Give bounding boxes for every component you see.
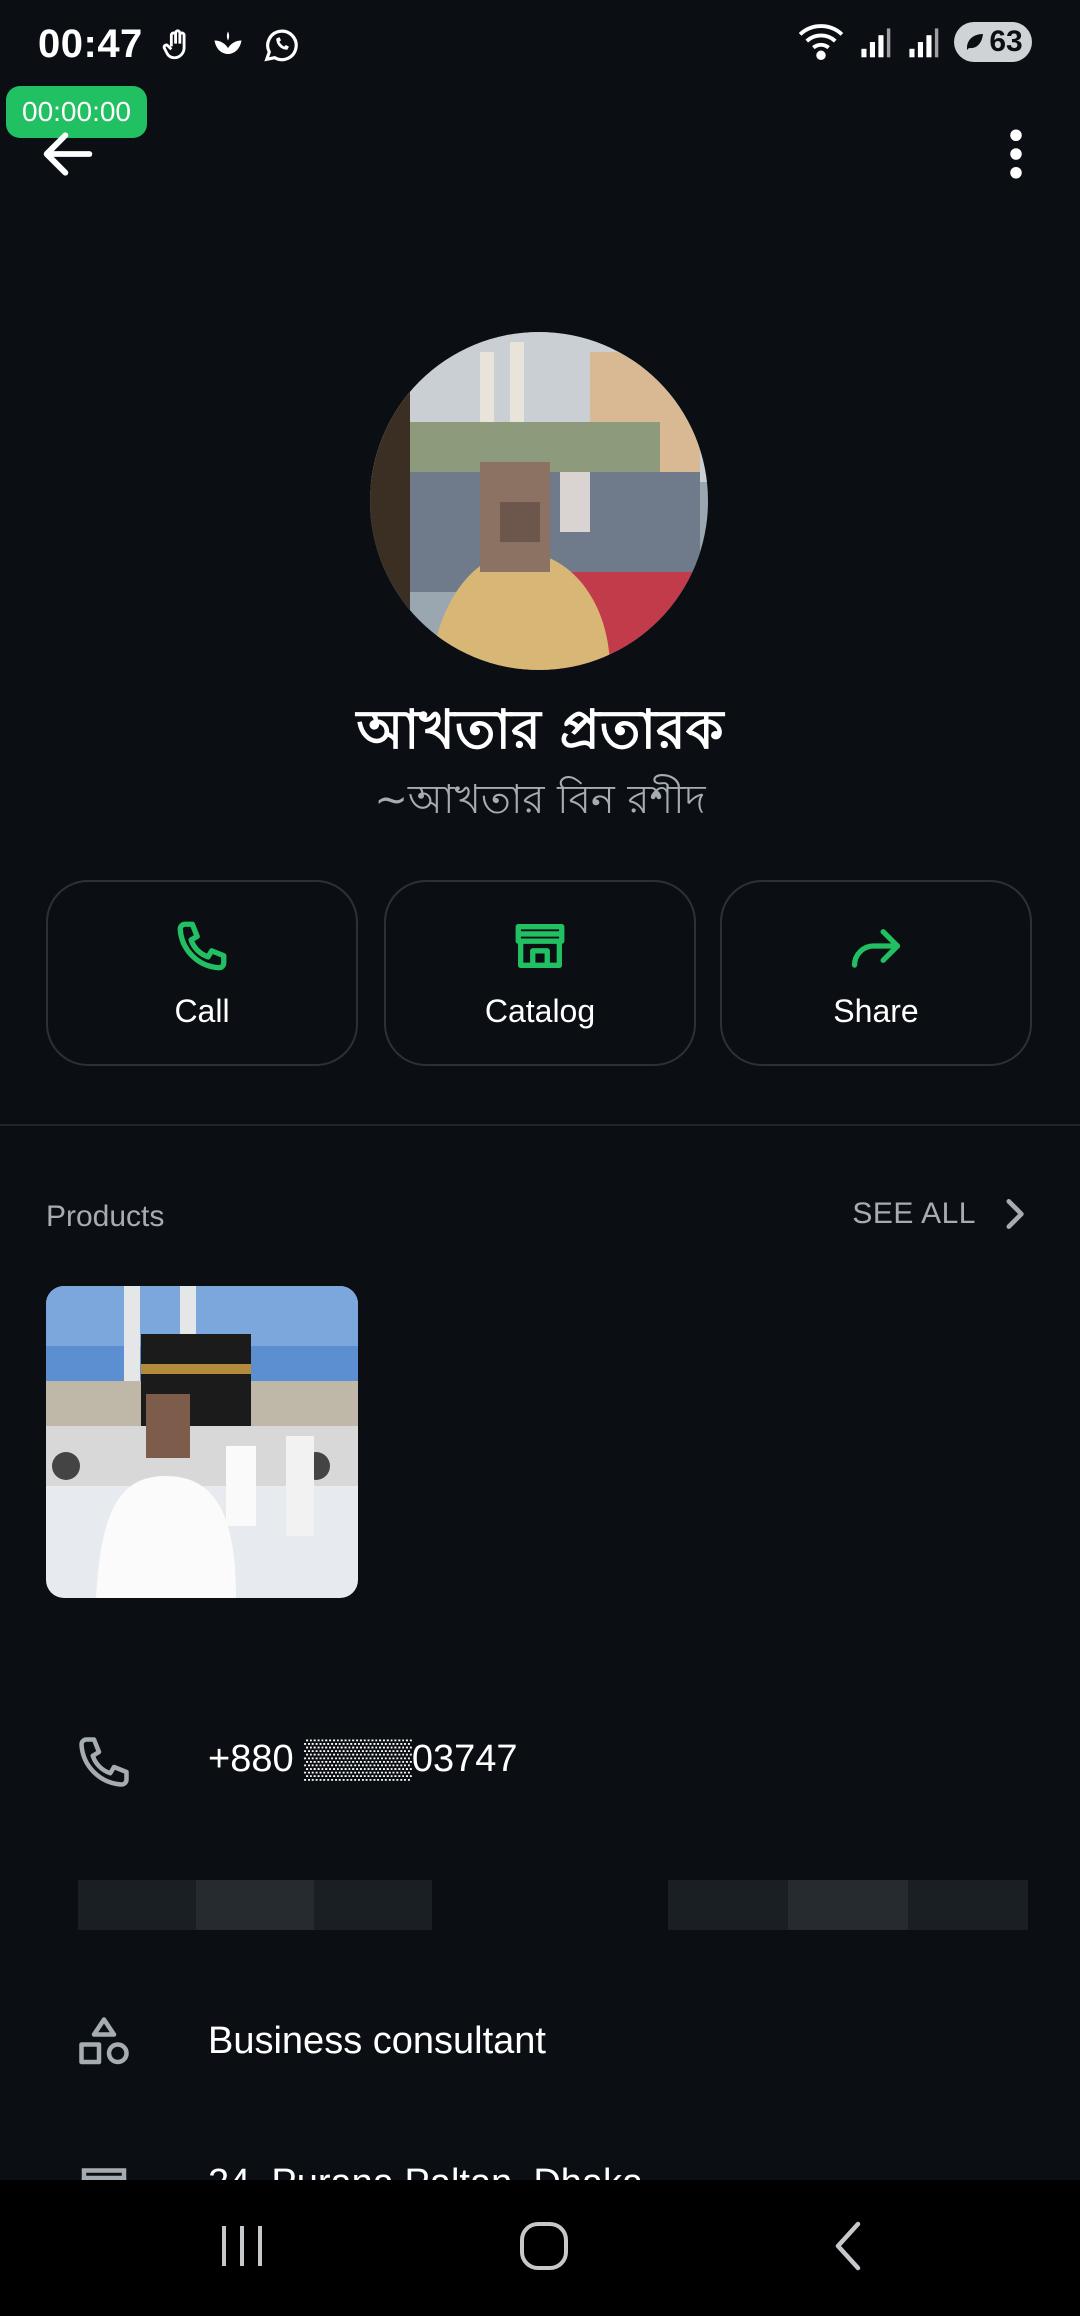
system-status-icons: 63 xyxy=(798,22,1032,62)
home-icon[interactable] xyxy=(516,2218,572,2274)
hand-icon xyxy=(162,29,186,60)
phone-icon xyxy=(177,921,227,970)
back-nav-icon[interactable] xyxy=(828,2218,868,2274)
whatsapp-icon xyxy=(264,29,298,62)
signal-icon xyxy=(861,28,891,58)
catalog-label: Catalog xyxy=(484,992,596,1029)
recent-apps-icon[interactable] xyxy=(218,2220,268,2272)
back-arrow-icon[interactable] xyxy=(36,122,100,186)
contact-push-name: ~আখতার বিন রশীদ xyxy=(374,777,706,823)
phone-icon xyxy=(79,1737,129,1787)
status-time: 00:47 xyxy=(38,22,143,66)
battery-saver-icon xyxy=(967,34,984,50)
phone-number[interactable]: +880 ▒▒▒▒03747 xyxy=(208,1738,518,1781)
redacted-block xyxy=(788,1880,908,1930)
redacted-block xyxy=(908,1880,1028,1930)
call-button[interactable]: Call xyxy=(46,880,358,1066)
signal-icon-2 xyxy=(909,28,939,58)
section-divider xyxy=(0,1124,1080,1126)
leaf-app-icon xyxy=(214,31,242,54)
storefront-icon xyxy=(515,923,565,968)
product-thumbnail[interactable] xyxy=(46,1286,358,1598)
profile-avatar[interactable] xyxy=(370,332,708,670)
share-button[interactable]: Share xyxy=(720,880,1032,1066)
redacted-row xyxy=(78,1880,432,1930)
chevron-right-icon xyxy=(1006,1199,1024,1229)
call-label: Call xyxy=(174,992,230,1029)
more-options-icon[interactable] xyxy=(986,122,1046,186)
see-all-label: SEE ALL xyxy=(852,1197,976,1230)
category-shapes-icon xyxy=(79,2017,129,2065)
product-image xyxy=(46,1286,358,1598)
see-all-link[interactable]: SEE ALL xyxy=(852,1196,1030,1232)
avatar-image xyxy=(370,332,708,670)
contact-name: আখতার প্রতারক xyxy=(356,698,724,761)
wifi-icon xyxy=(798,24,844,61)
share-label: Share xyxy=(833,992,919,1029)
battery-indicator: 63 xyxy=(954,22,1032,62)
products-title: Products xyxy=(46,1200,165,1233)
redacted-row xyxy=(668,1880,1028,1930)
business-category: Business consultant xyxy=(208,2020,546,2062)
redacted-block xyxy=(668,1880,788,1930)
redacted-block xyxy=(196,1880,314,1930)
redacted-block xyxy=(78,1880,196,1930)
battery-level: 63 xyxy=(989,25,1023,58)
catalog-button[interactable]: Catalog xyxy=(384,880,696,1066)
notification-icons xyxy=(160,26,300,64)
system-navigation-bar xyxy=(0,2180,1080,2316)
redacted-block xyxy=(314,1880,432,1930)
share-forward-icon xyxy=(851,928,901,968)
